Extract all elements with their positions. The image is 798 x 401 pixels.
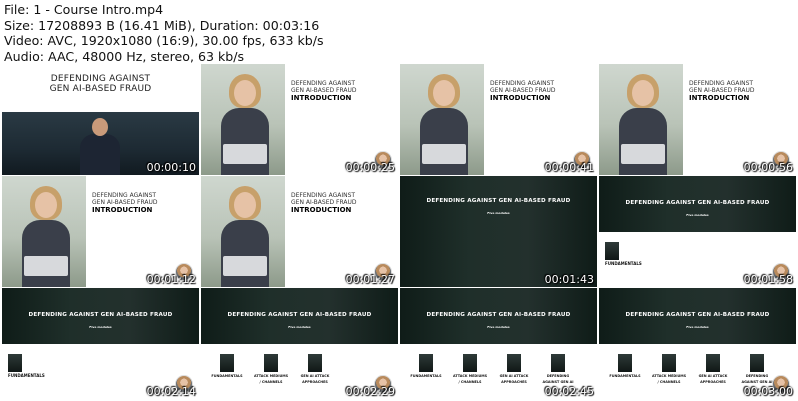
slide-heading: DEFENDING AGAINST [689, 80, 754, 87]
modules-count: Five modules [686, 213, 709, 217]
slide-subheading: INTRODUCTION [490, 94, 551, 102]
module-card-label: AGAINST GEN AI [741, 380, 773, 384]
modules-title: DEFENDING AGAINST GEN AI-BASED FRAUD [625, 312, 770, 318]
modules-title: DEFENDING AGAINST GEN AI-BASED FRAUD [426, 312, 571, 318]
module-card: FUNDAMENTALS [8, 354, 48, 394]
module-card-label: FUNDAMENTALS [605, 261, 642, 266]
modules-title: DEFENDING AGAINST GEN AI-BASED FRAUD [426, 198, 571, 204]
timestamp: 00:00:25 [345, 161, 395, 174]
module-card: GEN AI ATTACK APPROACHES [693, 354, 733, 394]
thumbnail-12[interactable]: DEFENDING AGAINST GEN AI-BASED FRAUD ​ F… [599, 288, 796, 399]
thumbnail-10[interactable]: DEFENDING AGAINST GEN AI-BASED FRAUD ​ F… [201, 288, 398, 399]
modules-count: Five modules [487, 211, 510, 215]
module-card: ATTACK MEDIUMS / CHANNELS [450, 354, 490, 394]
modules-title: DEFENDING AGAINST GEN AI-BASED FRAUD [28, 312, 173, 318]
slide-heading: DEFENDING AGAINST [92, 192, 157, 199]
timestamp: 00:02:45 [544, 385, 594, 398]
slide-heading: GEN AI-BASED FRAUD [291, 87, 357, 94]
file-name-line: File: 1 - Course Intro.mp4 [4, 2, 164, 17]
module-card-label: / CHANNELS [259, 380, 283, 384]
video-info-line: Video: AVC, 1920x1080 (16:9), 30.00 fps,… [4, 33, 324, 49]
module-card-label: AGAINST GEN AI [542, 380, 574, 384]
module-card: FUNDAMENTALS [207, 354, 247, 394]
modules-count: Five modules [686, 325, 709, 329]
module-card: FUNDAMENTALS [605, 242, 645, 282]
presenter-photo [201, 176, 285, 287]
presenter-photo [599, 64, 683, 175]
slide-heading: GEN AI-BASED FRAUD [291, 199, 357, 206]
module-card: FUNDAMENTALS [605, 354, 645, 394]
thumbnail-7[interactable]: DEFENDING AGAINST GEN AI-BASED FRAUD ​ F… [400, 176, 597, 287]
module-card-label: FUNDAMENTALS [609, 374, 641, 378]
file-info-header: File: 1 - Course Intro.mp4 Size: 1720889… [4, 2, 794, 64]
thumbnail-5[interactable]: DEFENDING AGAINST GEN AI-BASED FRAUD INT… [2, 176, 199, 287]
modules-title: DEFENDING AGAINST GEN AI-BASED FRAUD [625, 200, 770, 206]
module-card-label: APPROACHES [700, 380, 726, 384]
module-card-label: DEFENDING [546, 374, 570, 378]
audio-info-line: Audio: AAC, 48000 Hz, stereo, 63 kb/s [4, 48, 245, 64]
module-card: GEN AI ATTACK APPROACHES [295, 354, 335, 394]
slide-subheading: INTRODUCTION [689, 94, 750, 102]
thumbnail-2[interactable]: DEFENDING AGAINST GEN AI-BASED FRAUD INT… [201, 64, 398, 175]
slide-heading: DEFENDING AGAINST [490, 80, 555, 87]
thumbnail-9[interactable]: DEFENDING AGAINST GEN AI-BASED FRAUD ​ F… [2, 288, 199, 399]
thumbnail-3[interactable]: DEFENDING AGAINST GEN AI-BASED FRAUD INT… [400, 64, 597, 175]
modules-count: Five modules [487, 325, 510, 329]
slide-title-top: DEFENDING AGAINST [50, 74, 151, 84]
timestamp: 00:01:12 [146, 273, 196, 286]
thumbnail-8[interactable]: DEFENDING AGAINST GEN AI-BASED FRAUD ​ F… [599, 176, 796, 287]
modules-title: DEFENDING AGAINST GEN AI-BASED FRAUD [227, 312, 372, 318]
module-card-label: ATTACK MEDIUMS [452, 374, 488, 378]
module-card-label: / CHANNELS [657, 380, 681, 384]
timestamp: 00:02:29 [345, 385, 395, 398]
slide-heading: DEFENDING AGAINST [291, 80, 356, 87]
thumbnail-4[interactable]: DEFENDING AGAINST GEN AI-BASED FRAUD INT… [599, 64, 796, 175]
module-card: FUNDAMENTALS [406, 354, 446, 394]
modules-count: Five modules [89, 325, 112, 329]
slide-heading: GEN AI-BASED FRAUD [92, 199, 158, 206]
module-card-label: FUNDAMENTALS [8, 373, 45, 378]
module-card-label: FUNDAMENTALS [410, 374, 442, 378]
module-card: ATTACK MEDIUMS / CHANNELS [251, 354, 291, 394]
presenter-photo [400, 64, 484, 175]
timestamp: 00:00:10 [146, 161, 196, 174]
thumbnail-11[interactable]: DEFENDING AGAINST GEN AI-BASED FRAUD ​ F… [400, 288, 597, 399]
slide-subheading: INTRODUCTION [291, 94, 352, 102]
module-card-label: GEN AI ATTACK [698, 374, 728, 378]
presenter-photo [201, 64, 285, 175]
file-size-line: Size: 17208893 B (16.41 MiB), Duration: … [4, 17, 320, 33]
module-card-label: FUNDAMENTALS [211, 374, 243, 378]
module-card-label: DEFENDING [745, 374, 769, 378]
thumbnail-1[interactable]: DEFENDING AGAINST GEN AI-BASED FRAUD 00:… [2, 64, 199, 175]
module-card-label: GEN AI ATTACK [300, 374, 330, 378]
module-card-label: APPROACHES [501, 380, 527, 384]
slide-title-bottom: GEN AI-BASED FRAUD [49, 84, 152, 94]
module-card-label: ATTACK MEDIUMS [651, 374, 687, 378]
timestamp: 00:00:41 [544, 161, 594, 174]
timestamp: 00:02:14 [146, 385, 196, 398]
timestamp: 00:01:58 [743, 273, 793, 286]
timestamp: 00:03:00 [743, 385, 793, 398]
presenter-photo [2, 176, 86, 287]
slide-heading: GEN AI-BASED FRAUD [689, 87, 755, 94]
slide-heading: DEFENDING AGAINST [291, 192, 356, 199]
slide-subheading: INTRODUCTION [291, 206, 352, 214]
thumbnail-6[interactable]: DEFENDING AGAINST GEN AI-BASED FRAUD INT… [201, 176, 398, 287]
thumbnail-grid: DEFENDING AGAINST GEN AI-BASED FRAUD 00:… [2, 64, 796, 400]
slide-subheading: INTRODUCTION [92, 206, 153, 214]
module-card-label: / CHANNELS [458, 380, 482, 384]
module-card: ATTACK MEDIUMS / CHANNELS [649, 354, 689, 394]
modules-count: Five modules [288, 325, 311, 329]
module-card-label: GEN AI ATTACK [499, 374, 529, 378]
timestamp: 00:01:27 [345, 273, 395, 286]
timestamp: 00:00:56 [743, 161, 793, 174]
module-card-label: APPROACHES [302, 380, 328, 384]
timestamp: 00:01:43 [544, 273, 594, 286]
module-card-label: ATTACK MEDIUMS [253, 374, 289, 378]
module-card: GEN AI ATTACK APPROACHES [494, 354, 534, 394]
slide-heading: GEN AI-BASED FRAUD [490, 87, 556, 94]
